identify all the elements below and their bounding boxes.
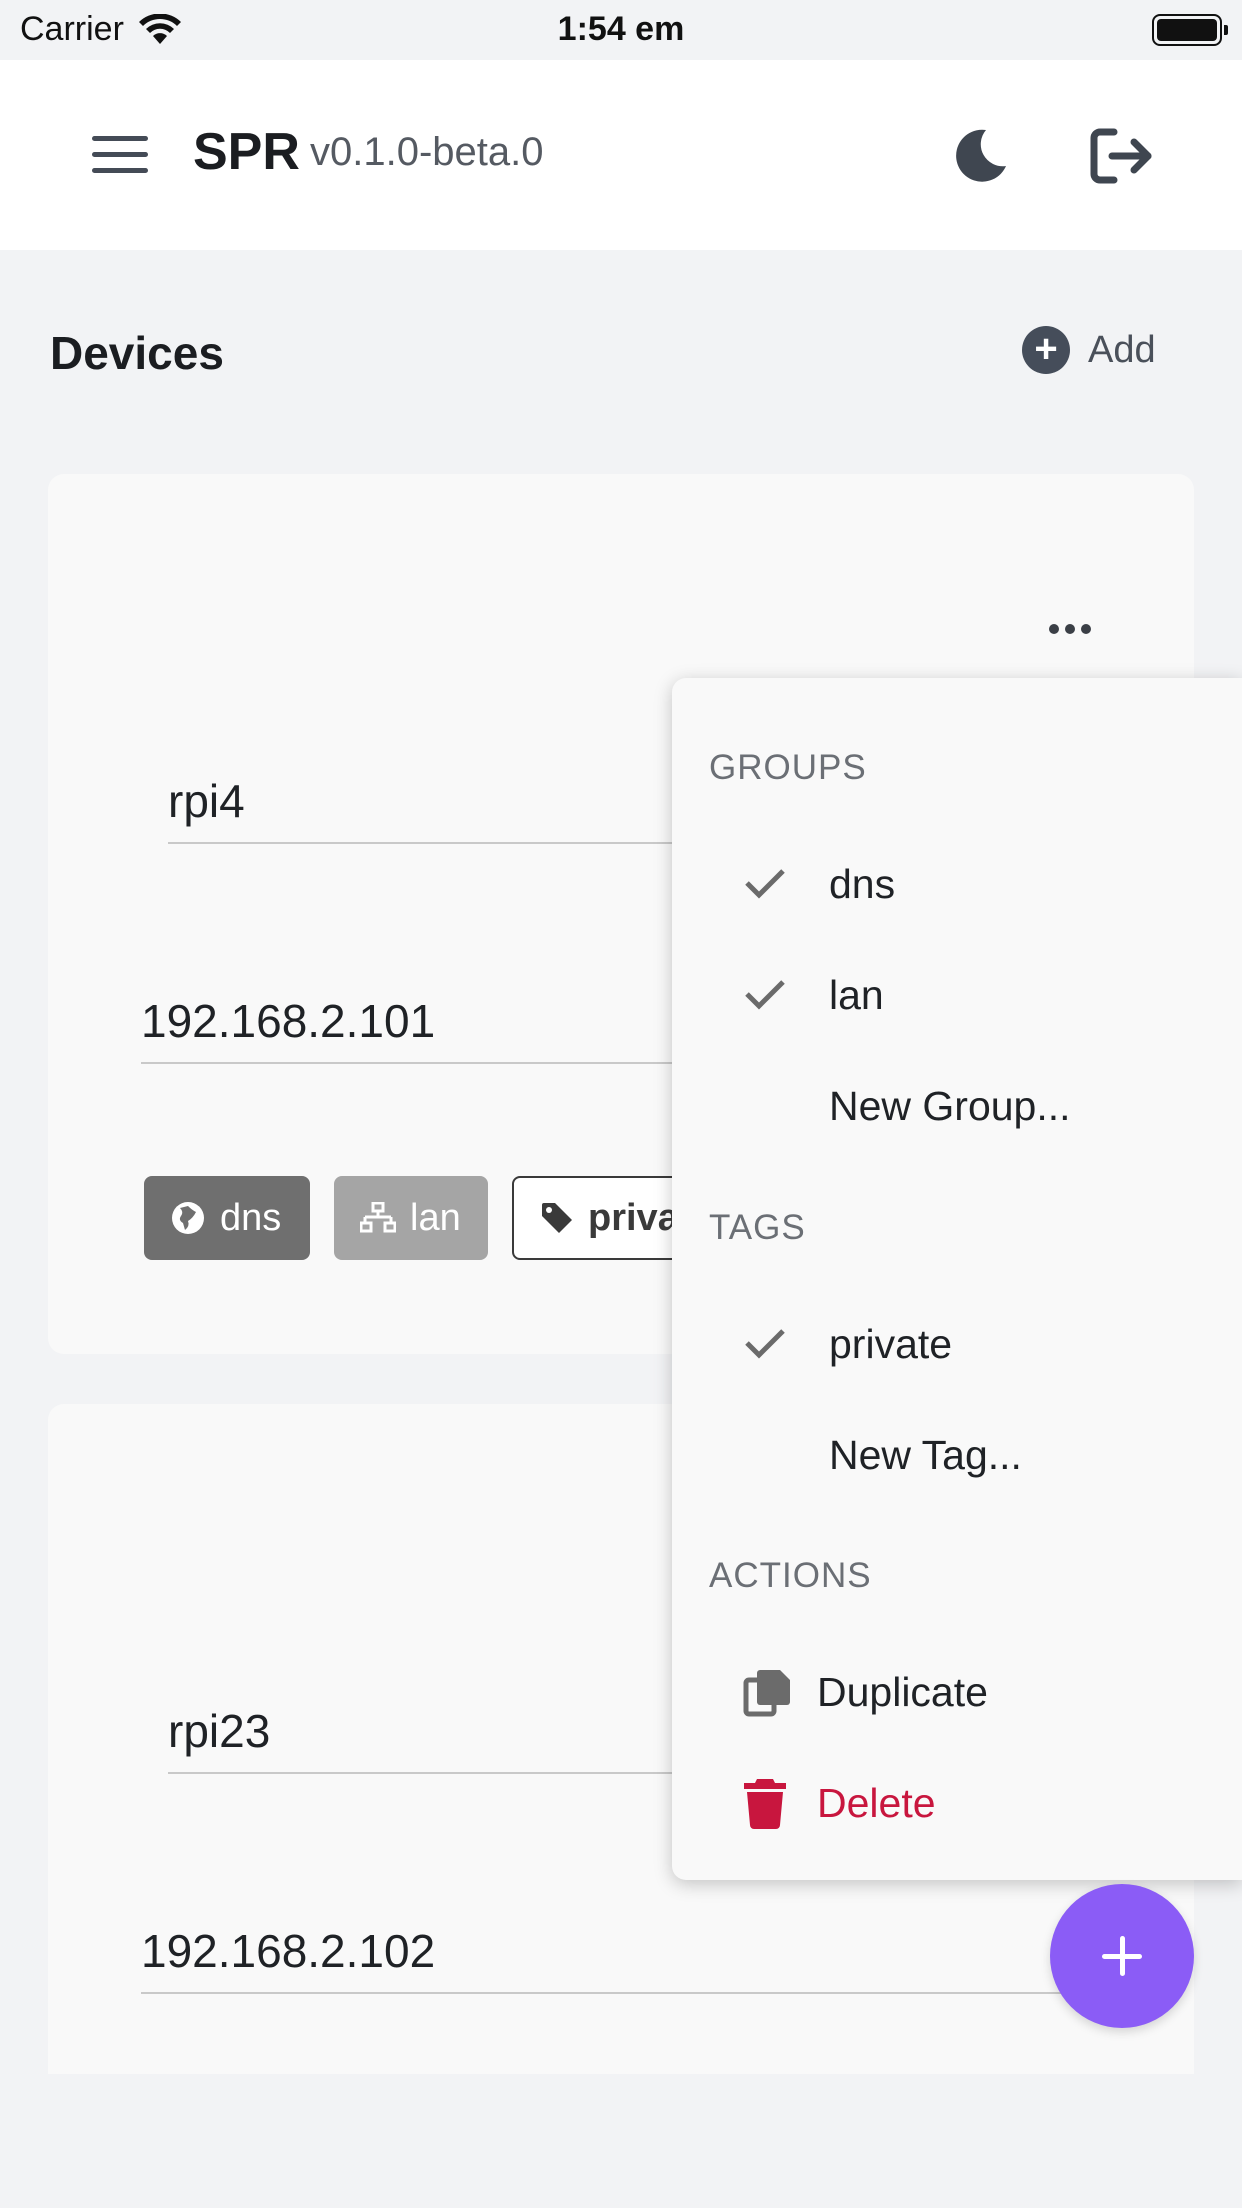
menu-item-duplicate[interactable]: Duplicate xyxy=(672,1644,1242,1740)
more-options-icon[interactable] xyxy=(1020,604,1120,654)
menu-item-label: dns xyxy=(829,860,896,907)
menu-item-label: New Group... xyxy=(829,1082,1071,1129)
globe-icon xyxy=(172,1202,204,1234)
chip-label: lan xyxy=(410,1196,461,1239)
tag-icon xyxy=(542,1203,572,1233)
page-title: Devices xyxy=(50,327,224,379)
tags-section-header: TAGS xyxy=(709,1208,806,1247)
app-header: SPR v0.1.0-beta.0 xyxy=(0,60,1242,250)
app-version: v0.1.0-beta.0 xyxy=(310,130,544,174)
add-label: Add xyxy=(1088,328,1156,371)
device-options-menu: GROUPS dns lan New Group... TAGS private… xyxy=(672,678,1242,1880)
device-ip-field[interactable]: 192.168.2.102 xyxy=(141,1924,1141,1994)
menu-item-tag-private[interactable]: private xyxy=(672,1296,1242,1392)
battery-icon xyxy=(1152,14,1228,46)
chip-label: dns xyxy=(220,1196,282,1239)
trash-icon xyxy=(744,1779,786,1829)
floating-add-button[interactable] xyxy=(1050,1884,1194,2028)
menu-item-label: lan xyxy=(829,971,884,1018)
moon-icon[interactable] xyxy=(950,126,1010,186)
checkmark-icon xyxy=(745,1329,785,1359)
chip-label: priva xyxy=(588,1196,679,1239)
logout-icon[interactable] xyxy=(1090,126,1154,186)
status-bar: Carrier 1:54 em xyxy=(0,0,1242,60)
menu-item-group-lan[interactable]: lan xyxy=(672,947,1242,1043)
app-title: SPR xyxy=(193,123,300,181)
checkmark-icon xyxy=(745,869,785,899)
menu-item-label: Duplicate xyxy=(817,1668,988,1715)
menu-item-label: New Tag... xyxy=(829,1431,1022,1478)
groups-section-header: GROUPS xyxy=(709,748,867,787)
plus-circle-icon: + xyxy=(1022,326,1070,374)
menu-item-label: private xyxy=(829,1320,953,1367)
menu-item-new-tag[interactable]: New Tag... xyxy=(672,1407,1242,1503)
group-chip-dns[interactable]: dns xyxy=(144,1176,310,1260)
menu-item-delete[interactable]: Delete xyxy=(672,1755,1242,1851)
menu-item-group-dns[interactable]: dns xyxy=(672,836,1242,932)
group-chip-lan[interactable]: lan xyxy=(334,1176,488,1260)
add-device-button[interactable]: + Add xyxy=(1022,326,1156,374)
menu-item-new-group[interactable]: New Group... xyxy=(672,1058,1242,1154)
clock: 1:54 em xyxy=(557,10,685,48)
menu-item-label: Delete xyxy=(817,1779,936,1826)
checkmark-icon xyxy=(745,980,785,1010)
duplicate-icon xyxy=(743,1670,790,1717)
actions-section-header: ACTIONS xyxy=(709,1556,872,1595)
hamburger-menu-icon[interactable] xyxy=(92,136,148,176)
network-icon xyxy=(360,1202,396,1233)
